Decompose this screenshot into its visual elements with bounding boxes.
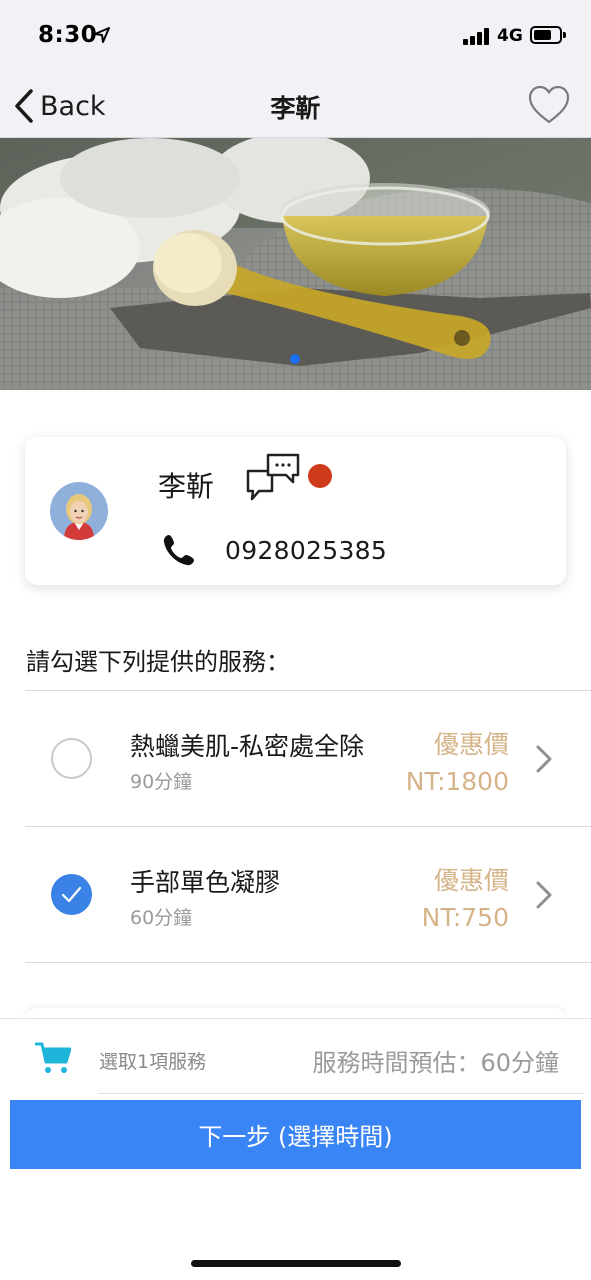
location-arrow-icon (94, 27, 110, 43)
profile-card: 李靳 0928025385 (25, 437, 566, 585)
battery-icon (530, 26, 566, 44)
service-row[interactable]: 熱蠟美肌-私密處全除 90分鐘 優惠價 NT:1800 (0, 691, 591, 826)
service-price-label: 優惠價 (433, 866, 509, 895)
signal-icon (463, 28, 491, 45)
network-type: 4G (497, 26, 523, 46)
service-price-label: 優惠價 (433, 730, 509, 759)
cart-bar: 選取1項服務 服務時間預估：60分鐘 (0, 1018, 591, 1094)
carousel-dot-active (290, 354, 300, 364)
chat-bubbles-icon[interactable] (244, 451, 302, 503)
cart-estimated-time: 服務時間預估：60分鐘 (312, 1049, 559, 1077)
home-indicator[interactable] (191, 1260, 401, 1267)
unread-indicator (308, 464, 332, 488)
next-step-button[interactable]: 下一步 (選擇時間) (10, 1100, 581, 1169)
phone-number: 0928025385 (225, 536, 388, 565)
service-radio-checked[interactable] (51, 874, 92, 915)
page-title: 李靳 (270, 94, 321, 123)
service-name: 手部單色凝膠 (130, 868, 281, 897)
status-bar: 8:30 4G (0, 0, 591, 72)
service-name: 熱蠟美肌-私密處全除 (130, 732, 365, 761)
nav-bar: Back 李靳 (0, 72, 591, 138)
service-price: NT:750 (421, 903, 509, 932)
profile-name: 李靳 (158, 470, 215, 503)
status-time: 8:30 (38, 22, 98, 48)
hero-image[interactable] (0, 138, 591, 390)
cart-icon[interactable] (35, 1041, 71, 1075)
divider (25, 962, 591, 963)
service-duration: 60分鐘 (130, 907, 193, 929)
chevron-right-icon[interactable] (535, 880, 553, 910)
services-section-label: 請勾選下列提供的服務： (26, 648, 290, 676)
avatar (50, 482, 108, 540)
divider (98, 1093, 584, 1094)
service-radio-unchecked[interactable] (51, 738, 92, 779)
chevron-right-icon[interactable] (535, 744, 553, 774)
service-duration: 90分鐘 (130, 771, 193, 793)
phone-icon[interactable] (162, 533, 196, 567)
service-row[interactable]: 手部單色凝膠 60分鐘 優惠價 NT:750 (0, 827, 591, 962)
heart-icon[interactable] (527, 84, 571, 126)
cart-selected-count: 選取1項服務 (99, 1051, 207, 1073)
checkmark-icon (61, 886, 82, 903)
service-price: NT:1800 (405, 767, 509, 796)
